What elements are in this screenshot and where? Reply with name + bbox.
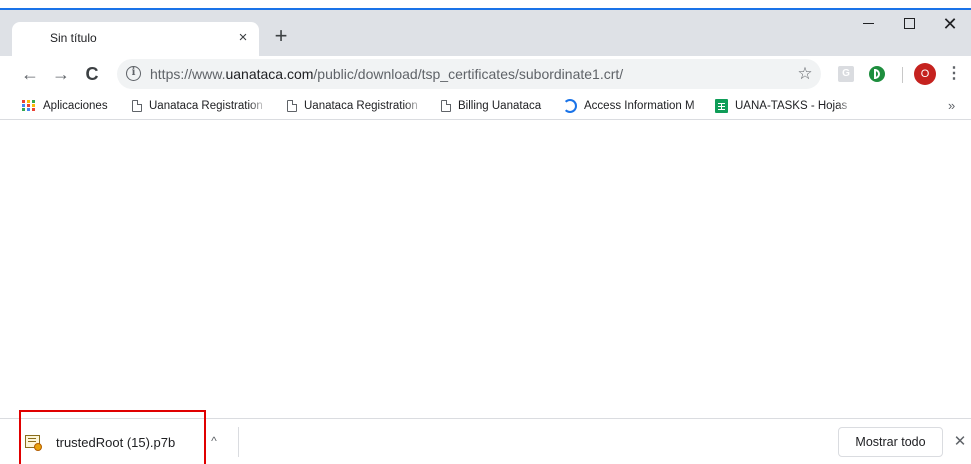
bookmark-uanataca-registration-2[interactable]: Uanataca Registration <box>287 97 423 115</box>
extension-g-icon[interactable]: G <box>838 66 854 82</box>
loading-line <box>0 8 971 10</box>
download-file-name: trustedRoot (15).p7b <box>56 435 176 450</box>
chevron-up-icon[interactable]: ^ <box>204 431 224 451</box>
address-bar[interactable]: i https://www.uanataca.com/public/downlo… <box>117 59 821 89</box>
profile-avatar[interactable]: O <box>914 63 936 85</box>
toolbar-divider <box>902 67 903 83</box>
url-path: /public/download/tsp_certificates/subord… <box>313 66 624 82</box>
title-bar-top <box>0 0 971 10</box>
bookmark-billing-uanataca[interactable]: Billing Uanataca <box>441 97 554 115</box>
new-tab-button[interactable]: + <box>268 24 294 50</box>
bookmark-label: Aplicaciones <box>43 100 108 112</box>
bookmark-uanataca-registration-1[interactable]: Uanataca Registration <box>132 97 267 115</box>
maximize-icon <box>903 18 915 29</box>
bookmark-label: UANA-TASKS - Hojas <box>735 100 848 112</box>
tab-close-icon[interactable]: × <box>232 27 254 49</box>
menu-icon[interactable]: ⋮ <box>946 63 962 85</box>
close-window-button[interactable]: ✕ <box>930 10 970 38</box>
shelf-divider <box>238 427 239 457</box>
tab-title: Sin título <box>50 31 97 45</box>
forward-button[interactable]: → <box>47 60 75 88</box>
title-bar: Sin título × + ✕ <box>0 0 971 56</box>
maximize-button[interactable] <box>889 10 929 38</box>
download-shelf: trustedRoot (15).p7b ^ Mostrar todo ✕ <box>0 418 971 464</box>
show-all-downloads-button[interactable]: Mostrar todo <box>838 427 943 457</box>
back-button[interactable]: ← <box>16 60 44 88</box>
minimize-button[interactable] <box>848 10 888 38</box>
url-host: uanataca.com <box>225 66 314 82</box>
url-scheme: https://www. <box>150 66 226 82</box>
page-content <box>0 121 971 418</box>
apps-icon <box>22 99 36 112</box>
reload-button[interactable]: C <box>78 60 106 88</box>
bookmarks-overflow-button[interactable]: » <box>948 97 955 115</box>
bookmark-label: Uanataca Registration <box>149 100 263 112</box>
bookmarks-bar: Aplicaciones Uanataca Registration Uanat… <box>0 92 971 120</box>
minimize-icon <box>862 23 874 24</box>
bookmark-label: Access Information M <box>584 100 695 112</box>
url-text[interactable]: https://www.uanataca.com/public/download… <box>150 66 623 82</box>
close-shelf-icon[interactable]: ✕ <box>951 432 969 452</box>
access-icon <box>563 98 577 113</box>
page-icon <box>287 99 297 112</box>
bookmark-label: Uanataca Registration <box>304 100 418 112</box>
toolbar: ← → C i https://www.uanataca.com/public/… <box>0 56 971 92</box>
bookmark-label: Billing Uanataca <box>458 100 542 112</box>
sheets-icon <box>715 98 728 113</box>
page-icon <box>132 99 142 112</box>
bookmark-uana-tasks[interactable]: UANA-TASKS - Hojas <box>715 97 855 115</box>
download-item[interactable]: trustedRoot (15).p7b ^ <box>16 425 232 461</box>
page-icon <box>441 99 451 112</box>
tab-active[interactable]: Sin título × <box>12 22 259 56</box>
bookmark-star-icon[interactable]: ☆ <box>794 63 816 85</box>
site-info-icon[interactable]: i <box>126 66 141 81</box>
bookmark-access-information[interactable]: Access Information M <box>563 97 709 115</box>
extension-d-icon[interactable] <box>869 66 885 82</box>
bookmark-apps[interactable]: Aplicaciones <box>22 97 124 115</box>
certificate-icon <box>25 435 42 451</box>
